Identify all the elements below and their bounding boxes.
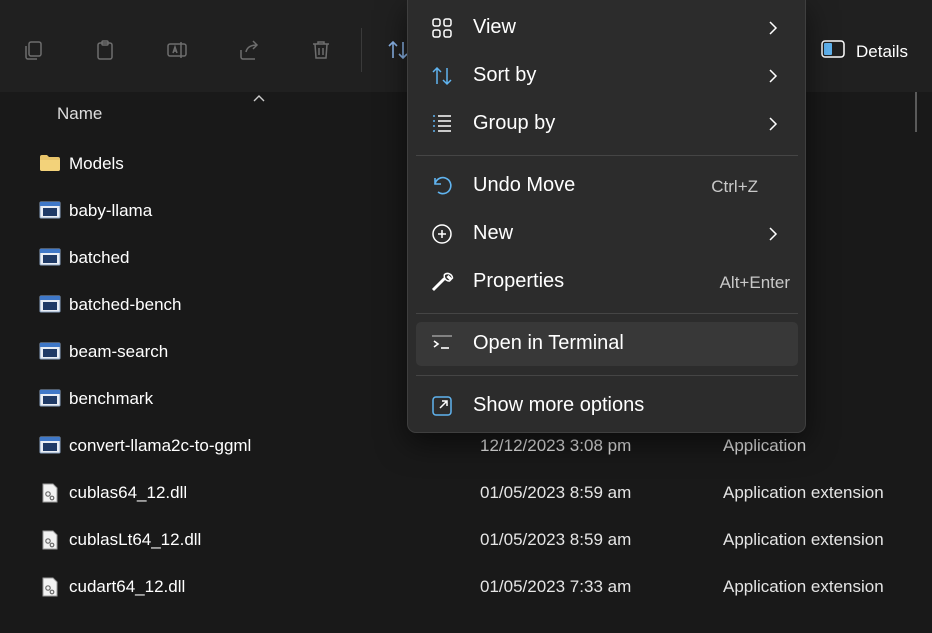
application-icon — [39, 436, 61, 454]
file-name: baby-llama — [69, 201, 153, 220]
file-name: convert-llama2c-to-ggml — [69, 436, 252, 455]
details-button[interactable]: Details — [820, 38, 908, 65]
details-label: Details — [856, 41, 908, 61]
menu-item-open-in-terminal[interactable]: Open in Terminal — [416, 322, 798, 366]
menu-label: Group by — [473, 112, 556, 134]
menu-label: New — [473, 222, 514, 244]
file-name: beam-search — [69, 342, 169, 361]
file-name: cudart64_12.dll — [69, 577, 186, 596]
group-by-icon — [430, 112, 454, 136]
sort-icon — [430, 64, 454, 88]
undo-icon — [430, 174, 454, 198]
menu-separator — [416, 375, 798, 376]
file-date-modified: 01/05/2023 8:59 am — [480, 483, 632, 502]
file-row[interactable]: cudart64_12.dll 01/05/2023 7:33 am Applica… — [0, 563, 932, 610]
menu-label: Open in Terminal — [473, 332, 624, 354]
file-name: benchmark — [69, 389, 154, 408]
menu-label: Show more options — [473, 394, 645, 416]
file-type: Application extension — [723, 577, 884, 596]
menu-separator — [416, 313, 798, 314]
chevron-right-icon — [768, 68, 778, 89]
menu-label: Properties — [473, 270, 565, 292]
menu-shortcut: Alt+Enter — [719, 273, 790, 292]
menu-separator — [416, 155, 798, 156]
terminal-icon — [430, 332, 454, 356]
application-icon — [39, 201, 61, 219]
file-date-modified: 01/05/2023 7:33 am — [480, 577, 632, 596]
file-date-modified: 12/12/2023 3:08 pm — [480, 436, 632, 455]
details-pane-icon — [820, 38, 846, 65]
paste-icon[interactable] — [91, 36, 119, 64]
menu-item-sort-by[interactable]: Sort by — [416, 54, 798, 98]
toolbar-divider — [361, 28, 362, 72]
file-name: cublasLt64_12.dll — [69, 530, 202, 549]
menu-label: Sort by — [473, 64, 537, 86]
file-type: Application extension — [723, 483, 884, 502]
file-name: Models — [69, 154, 124, 173]
application-icon — [39, 295, 61, 313]
file-row[interactable]: cublas64_12.dll 01/05/2023 8:59 am Applica… — [0, 469, 932, 516]
share-icon[interactable] — [235, 36, 263, 64]
menu-item-view[interactable]: View — [416, 6, 798, 50]
file-name: batched — [69, 248, 130, 267]
context-menu: View Sort by Group by Undo Move Ctrl+Z N… — [407, 0, 806, 433]
open-external-icon — [430, 394, 454, 418]
dll-icon — [39, 530, 61, 550]
column-header-name[interactable]: Name — [57, 104, 102, 124]
chevron-right-icon — [768, 226, 778, 247]
application-icon — [39, 248, 61, 266]
menu-label: Undo Move — [473, 174, 576, 196]
menu-label: View — [473, 16, 516, 38]
menu-item-new[interactable]: New — [416, 212, 798, 256]
wrench-icon — [430, 270, 454, 294]
menu-item-show-more-options[interactable]: Show more options — [416, 384, 798, 428]
sort-ascending-icon — [252, 90, 266, 108]
menu-item-group-by[interactable]: Group by — [416, 102, 798, 146]
file-type: Application extension — [723, 530, 884, 549]
file-type: Application — [723, 436, 807, 455]
dll-icon — [39, 483, 61, 503]
file-name: cublas64_12.dll — [69, 483, 188, 502]
view-icon — [430, 16, 454, 40]
application-icon — [39, 389, 61, 407]
file-date-modified: 01/05/2023 8:59 am — [480, 530, 632, 549]
menu-item-undo-move[interactable]: Undo Move Ctrl+Z — [416, 164, 798, 208]
file-name: batched-bench — [69, 295, 182, 314]
file-row[interactable]: cublasLt64_12.dll 01/05/2023 8:59 am Appli… — [0, 516, 932, 563]
chevron-right-icon — [768, 116, 778, 137]
add-circle-icon — [430, 222, 454, 246]
copy-icon[interactable] — [19, 36, 47, 64]
menu-item-properties[interactable]: Properties Alt+Enter — [416, 260, 798, 304]
scrollbar[interactable] — [915, 92, 917, 132]
chevron-right-icon — [768, 20, 778, 41]
application-icon — [39, 342, 61, 360]
folder-icon — [39, 154, 61, 172]
rename-icon[interactable] — [163, 36, 191, 64]
menu-shortcut: Ctrl+Z — [711, 177, 758, 196]
dll-icon — [39, 577, 61, 597]
delete-icon[interactable] — [307, 36, 335, 64]
